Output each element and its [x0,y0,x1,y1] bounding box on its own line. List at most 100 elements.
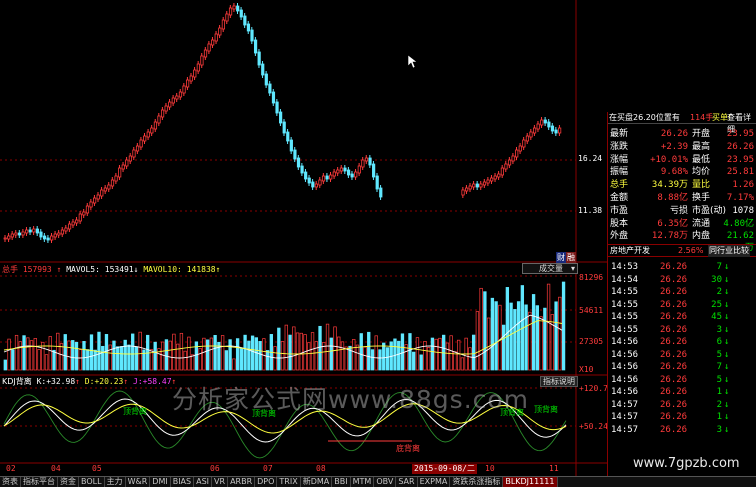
tick-qty: 45 [711,312,722,322]
volume-bar [423,341,427,371]
tab--dma[interactable]: 新DMA [301,477,333,487]
k-label: K: [36,377,47,386]
volume-axis-label: 27305 [579,337,604,346]
candle-body [10,233,14,238]
volume-bar [554,301,558,371]
volume-selector[interactable]: 成交量 ▾ [522,263,578,274]
candle-body [504,163,508,170]
volume-bar [430,337,435,371]
candle-body [53,233,57,238]
candle-body [357,165,361,174]
candle-body [35,228,39,234]
candle-body [257,51,261,66]
sector-compare-link[interactable]: 同行业比较 [708,245,750,257]
volume-bar [333,326,337,371]
volume-bar [127,344,131,371]
indicator-help-button[interactable]: 指标说明 [540,376,578,387]
tab-sar[interactable]: SAR [396,477,418,487]
candle-body [93,197,97,204]
volume-bar [48,336,52,371]
tab-trix[interactable]: TRIX [277,477,301,487]
arrow-down-icon: ↓ [724,412,730,422]
volume-bar [119,346,124,371]
volume-bar [490,297,495,371]
tab-boll[interactable]: BOLL [79,477,105,487]
tab--[interactable]: 主力 [105,477,126,487]
j-label: J: [133,377,143,386]
volume-bar [86,349,90,371]
quote-key: 金额 [610,193,629,203]
tab--[interactable]: 指标平台 [21,477,58,487]
tab-dpo[interactable]: DPO [255,477,278,487]
volume-bar [82,341,86,371]
candle-body [221,19,225,30]
volume-bar [78,349,82,371]
candle-body [182,85,186,94]
candle-body [239,9,243,18]
tab-dmi[interactable]: DMI [150,477,171,487]
quote-key: 换手 [692,193,711,203]
date-tick: 06 [210,464,220,473]
rong-badge[interactable]: 融 [566,252,576,263]
tab-obv[interactable]: OBV [374,477,397,487]
tab-bbi[interactable]: BBI [332,477,351,487]
j-value: +58.47 [142,377,172,386]
tick-row: 14:57 26.26 3 ↓ [608,424,756,436]
volume-bar [250,335,255,371]
ma5-arrow-icon: ↓ [133,265,139,274]
volume-bar [531,294,536,371]
volume-bar [134,346,139,371]
tab-mtm[interactable]: MTM [351,477,375,487]
ma5-value: 153491 [104,265,134,274]
volume-bar [318,325,322,371]
tick-price: 26.26 [660,387,688,397]
watermark: 分析家公式网www.88gs.com [172,385,530,414]
finance-badge[interactable]: 财 [556,252,566,263]
tab-vr[interactable]: VR [212,477,229,487]
candle-body [28,229,32,233]
volume-bar [14,334,19,371]
quote-value: 12.78万 [651,231,688,242]
tab-asi[interactable]: ASI [194,477,213,487]
candle-body [186,79,190,88]
candle-body [7,235,11,240]
volume-bar [175,343,180,371]
candle-body [304,171,308,180]
candle-body [300,165,304,174]
candle-body [143,135,147,142]
tick-price: 26.26 [660,262,688,272]
tab-bias[interactable]: BIAS [171,477,195,487]
tab-blkdj11111[interactable]: BLKDJ11111 [503,477,558,487]
volume-bar [22,335,26,371]
date-cursor: 2015-09-08/二 [412,464,477,474]
volume-bar [265,350,270,371]
candle-body [203,49,208,58]
volume-bar [74,341,79,371]
tick-qty: 3 [716,424,722,435]
candle-body [329,174,333,180]
candle-body [46,237,50,241]
volume-selector-label: 成交量 [539,264,563,273]
kdj-name: KDJ背离 [2,377,32,386]
volume-bar [209,337,214,371]
tab-expma[interactable]: EXPMA [418,477,451,487]
tick-qty: 1 [716,387,722,397]
tab--[interactable]: 资表 [0,477,21,487]
tab--[interactable]: 资跌杀涨指标 [450,477,504,487]
quote-key: 市盈 [610,205,629,216]
tab-w-r[interactable]: W&R [126,477,151,487]
candle-body [171,97,175,104]
tick-time: 14:54 [611,274,639,285]
candle-body [372,163,376,178]
volume-bar [262,338,266,371]
tab--[interactable]: 资金 [58,477,79,487]
tick-time: 14:57 [611,399,639,410]
tab-arbr[interactable]: ARBR [228,477,256,487]
candle-body [100,189,104,197]
candle-body [490,177,494,182]
quote-value: +10.01% [650,154,688,165]
quote-key: 开盘 [692,129,711,139]
k-value: +32.98 [46,377,76,386]
volume-bar [59,343,64,371]
kdj-header: KDJ背离 K:+32.98↑ D:+20.23↑ J:+58.47↑ [2,376,176,387]
